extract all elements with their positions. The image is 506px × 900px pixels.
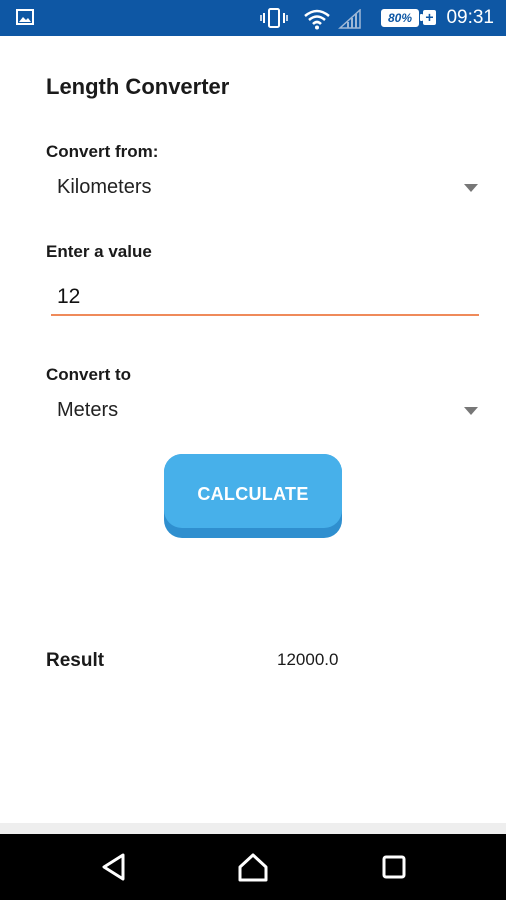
recents-icon[interactable] [377,850,411,884]
back-icon[interactable] [97,850,131,884]
page-title: Length Converter [46,74,230,99]
app-screen: 80% + 09:31 Length Converter Convert fro… [0,0,506,900]
dropdown-caret-icon [464,407,478,415]
result-label: Result [46,650,105,671]
convert-to-label: Convert to [46,365,131,384]
result-value: 12000.0 [277,650,339,669]
convert-from-label: Convert from: [46,142,159,161]
nav-divider [0,823,506,834]
value-input[interactable] [51,280,479,316]
vibrate-icon [260,8,288,28]
charging-icon: + [423,10,436,25]
dropdown-caret-icon [464,184,478,192]
status-clock: 09:31 [446,7,494,28]
calculate-button-label: CALCULATE [164,454,342,528]
enter-value-label: Enter a value [46,242,152,261]
navigation-bar [0,834,506,900]
battery-icon: 80% + [381,9,436,27]
convert-from-spinner[interactable]: Kilometers [46,170,482,206]
wifi-icon [304,9,330,30]
calculate-button[interactable]: CALCULATE [164,454,342,538]
convert-to-value: Meters [57,399,119,421]
signal-icon [338,9,361,29]
convert-from-value: Kilometers [57,176,152,198]
status-bar: 80% + 09:31 [0,0,506,36]
gallery-icon [16,9,34,25]
home-icon[interactable] [236,850,270,884]
convert-to-spinner[interactable]: Meters [46,393,482,429]
battery-percent: 80% [381,9,419,27]
